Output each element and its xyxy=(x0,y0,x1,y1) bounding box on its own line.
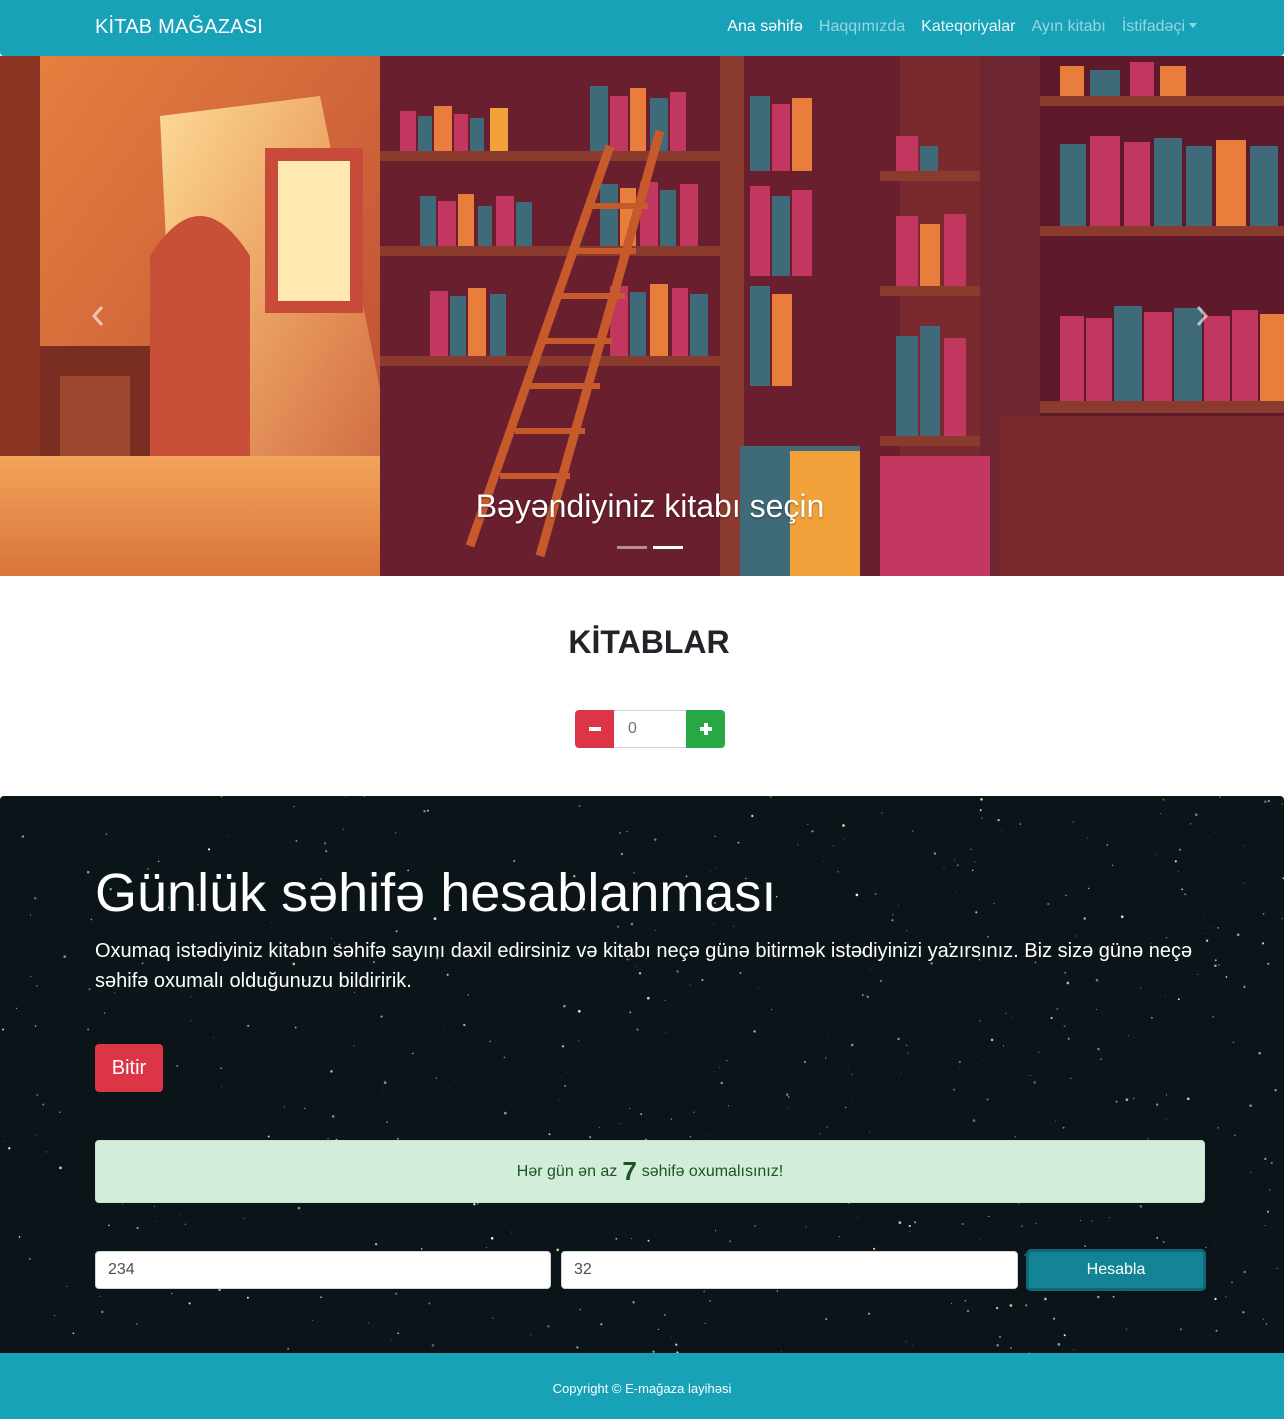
nav-item-categories[interactable]: Kateqoriyalar xyxy=(921,18,1015,36)
quantity-stepper xyxy=(575,710,725,748)
result-value: 7 xyxy=(622,1156,637,1186)
chevron-right-icon xyxy=(1196,306,1209,326)
calculator-description: Oxumaq istədiyiniz kitabın səhifə sayını… xyxy=(95,940,1193,992)
nav-item-user-label: İstifadəçi xyxy=(1121,18,1185,35)
carousel-indicators xyxy=(617,546,683,549)
quantity-input[interactable] xyxy=(614,710,686,748)
result-alert: Hər gün ən az 7 səhifə oxumalısınız! xyxy=(95,1140,1205,1203)
day-count-input[interactable] xyxy=(561,1251,1018,1289)
page-count-input[interactable] xyxy=(95,1251,551,1289)
result-prefix: Hər gün ən az xyxy=(516,1162,618,1180)
caret-down-icon xyxy=(1189,23,1197,28)
carousel-prev-button[interactable] xyxy=(78,296,118,336)
plus-icon xyxy=(699,723,712,735)
hero-carousel: Bəyəndiyiniz kitabı seçin xyxy=(0,56,1284,576)
minus-icon xyxy=(588,727,601,731)
carousel-indicator-1[interactable] xyxy=(617,546,647,549)
nav-item-user-dropdown[interactable]: İstifadəçi xyxy=(1122,18,1197,36)
navbar: KİTAB MAĞAZASI Ana səhifə Haqqımızda Kat… xyxy=(0,0,1284,56)
increment-button[interactable] xyxy=(686,710,725,748)
carousel-caption: Bəyəndiyiniz kitabı seçin xyxy=(475,488,825,524)
nav-menu: Ana səhifə Haqqımızda Kateqoriyalar Ayın… xyxy=(711,18,1197,36)
calculator-title: Günlük səhifə hesablanması xyxy=(95,863,777,923)
finish-button[interactable]: Bitir xyxy=(95,1044,163,1092)
books-heading: KİTABLAR xyxy=(568,624,730,660)
carousel-indicator-2[interactable] xyxy=(653,546,683,549)
nav-item-book-of-month[interactable]: Ayın kitabı xyxy=(1031,18,1105,36)
carousel-next-button[interactable] xyxy=(1182,296,1222,336)
brand-logo[interactable]: KİTAB MAĞAZASI xyxy=(95,16,263,39)
nav-item-about[interactable]: Haqqımızda xyxy=(819,18,905,36)
footer: Copyright © E-mağaza layihəsi xyxy=(0,1353,1284,1419)
calculate-button[interactable]: Hesabla xyxy=(1026,1249,1206,1291)
nav-item-home[interactable]: Ana səhifə xyxy=(727,18,803,36)
decrement-button[interactable] xyxy=(575,710,614,748)
chevron-left-icon xyxy=(91,306,104,326)
result-suffix: səhifə oxumalısınız! xyxy=(641,1162,784,1180)
copyright-text: Copyright © E-mağaza layihəsi xyxy=(552,1381,732,1396)
page-calculator-section: Günlük səhifə hesablanması Oxumaq istədi… xyxy=(0,796,1284,1353)
